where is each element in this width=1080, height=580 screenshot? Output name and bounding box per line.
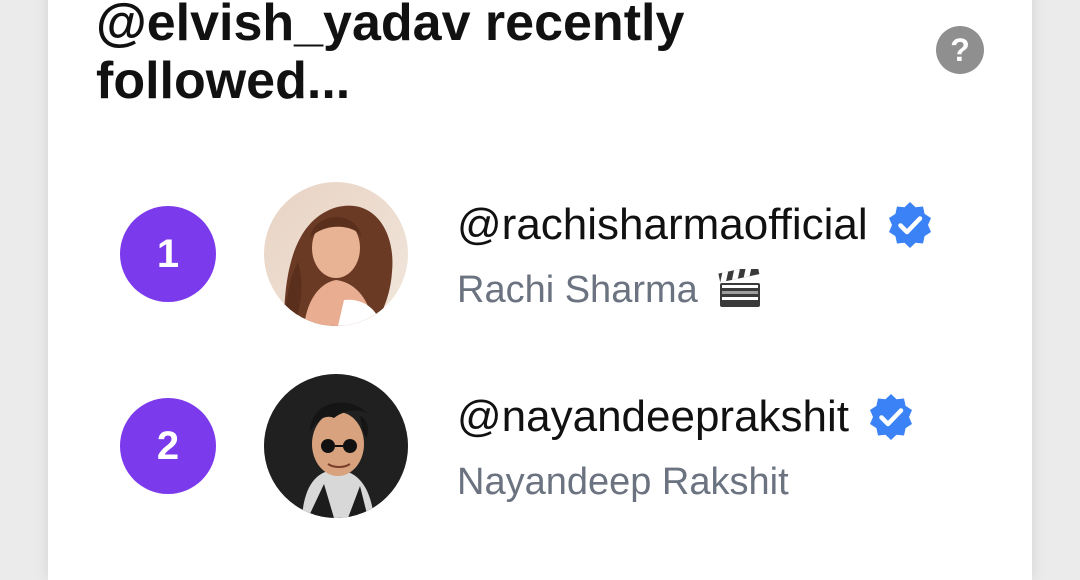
verified-badge-icon — [888, 202, 931, 248]
display-name: Nayandeep Rakshit — [457, 460, 789, 504]
display-name: Rachi Sharma — [457, 268, 762, 312]
display-name-text: Rachi Sharma — [457, 269, 698, 311]
rank-badge: 2 — [120, 398, 216, 494]
help-question-icon[interactable]: ? — [936, 26, 984, 74]
username-handle[interactable]: @nayandeeprakshit — [457, 392, 915, 442]
avatar-image — [264, 374, 408, 518]
verified-badge-icon — [870, 394, 913, 440]
display-name-text: Nayandeep Rakshit — [457, 461, 789, 503]
card-title: @elvish_yadav recently followed... — [96, 0, 685, 110]
avatar[interactable] — [264, 182, 408, 326]
rank-badge: 1 — [120, 206, 216, 302]
follow-list-item[interactable]: 2 @nayandeeprakshit Nayandeep Rakshit — [0, 372, 1080, 522]
handle-text: @nayandeeprakshit — [457, 392, 850, 441]
clapper-board-icon — [718, 268, 761, 307]
handle-text: @rachisharmaofficial — [457, 200, 868, 249]
follow-list-item[interactable]: 1 @rachisharmaofficial Rachi Sharma — [0, 180, 1080, 330]
username-handle[interactable]: @rachisharmaofficial — [457, 200, 934, 250]
avatar[interactable] — [264, 374, 408, 518]
avatar-image — [264, 182, 408, 326]
